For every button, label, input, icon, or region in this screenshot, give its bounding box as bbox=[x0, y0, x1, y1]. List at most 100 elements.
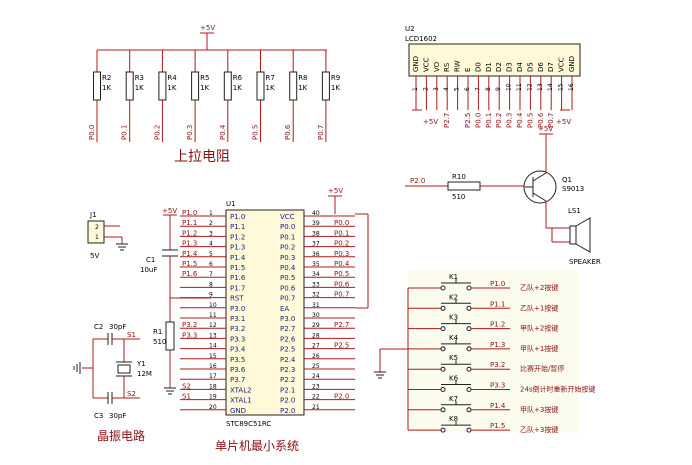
mcu-pin-net: P0.4 bbox=[334, 260, 350, 268]
mcu-pin-net: P0.3 bbox=[334, 250, 349, 258]
resistor-body bbox=[256, 71, 265, 101]
pullup-resistor-r2: R2 1K P0.0 bbox=[88, 50, 111, 142]
mcu-pin-number: 3 bbox=[209, 230, 213, 237]
mcu-pin-number: 17 bbox=[209, 373, 217, 380]
mcu-pin-number: 8 bbox=[209, 281, 213, 288]
key-description: 乙队+1按键 bbox=[520, 303, 558, 312]
mcu-pin-number: 28 bbox=[312, 332, 320, 339]
lcd-pin-number: 9 bbox=[495, 87, 502, 91]
crystal-circuit: C2 30pF C3 30pF S1 S2 Y1 12M 晶振电路 bbox=[73, 323, 152, 443]
c1-ref: C1 bbox=[146, 256, 155, 264]
lcd-ref: U2 bbox=[405, 25, 415, 33]
lcd-pin-net: P2.7 bbox=[443, 113, 451, 128]
lcd-pin-number: 7 bbox=[474, 87, 481, 91]
lcd-pin-10: D3 10 P0.3 bbox=[506, 62, 514, 128]
r10-ref: R10 bbox=[452, 173, 466, 181]
mcu-pin-number: 16 bbox=[209, 363, 217, 370]
mcu-pin-number: 10 bbox=[209, 302, 217, 309]
reset-circuit: +5V C1 10uF R1 510 bbox=[140, 207, 211, 395]
mcu-pin-name: P1.3 bbox=[230, 244, 245, 252]
resistor-body bbox=[289, 71, 298, 101]
mcu-pin-name: P1.4 bbox=[230, 254, 246, 262]
key-description: 乙队+3按键 bbox=[520, 425, 558, 434]
lcd-pin-number: 16 bbox=[568, 83, 575, 91]
pullup-net-label: P0.6 bbox=[284, 124, 292, 140]
resistor-body bbox=[191, 71, 200, 101]
mcu-pin-name: P2.2 bbox=[280, 376, 295, 384]
mcu-pin-number: 11 bbox=[209, 312, 217, 319]
key-ref: K5 bbox=[449, 354, 458, 362]
resistor-value: 1K bbox=[135, 84, 144, 92]
mcu-pin-net: P1.4 bbox=[182, 250, 198, 258]
resistor-body bbox=[125, 71, 134, 101]
schematic-window: +5V R2 1K P0.0 R3 1K P0.1 R4 1K P0.2 R5 1K P0.3 R6 1K… bbox=[0, 0, 692, 465]
r10-resistor bbox=[447, 181, 481, 191]
mcu-pin-name: P2.6 bbox=[280, 335, 296, 343]
mcu-pin-net: P0.2 bbox=[334, 240, 349, 248]
mcu-pin-number: 36 bbox=[312, 251, 320, 258]
key-description: 乙队+2按键 bbox=[520, 283, 558, 292]
key-ref: K2 bbox=[449, 293, 458, 301]
pullup-vcc-label: +5V bbox=[200, 24, 215, 32]
lcd-pin-12: D5 12 P0.5 bbox=[526, 62, 534, 128]
lcd-pin-net: P0.2 bbox=[495, 113, 503, 128]
key-ref: K8 bbox=[449, 415, 458, 423]
resistor-value: 1K bbox=[233, 84, 242, 92]
mcu-pin-name: XTAL1 bbox=[230, 397, 252, 405]
resistor-value: 1K bbox=[200, 84, 209, 92]
mcu-pin-number: 39 bbox=[312, 220, 320, 227]
lcd-pin-name: D3 bbox=[506, 62, 514, 72]
key-net: P1.1 bbox=[490, 300, 505, 308]
mcu-pin-name: P2.7 bbox=[280, 325, 295, 333]
lcd-pin-net: P0.0 bbox=[474, 113, 482, 128]
mcu-vcc-label: +5V bbox=[328, 187, 343, 195]
mcu-pin-number: 1 bbox=[209, 210, 213, 217]
key-ref: K4 bbox=[449, 334, 459, 342]
mcu-pin-number: 6 bbox=[209, 261, 213, 268]
y1-crystal bbox=[117, 364, 131, 374]
lcd-pin-name: VCC bbox=[422, 57, 430, 72]
mcu-pin-name: P2.4 bbox=[280, 356, 296, 364]
lcd-pin-5: RW 5 bbox=[454, 60, 462, 110]
mcu-pin-number: 7 bbox=[209, 271, 213, 278]
key-matrix: K1 P1.0 乙队+2按键 K2 P1.1 乙队+1按键 K3 P1.2 甲队+2按键 K4 P1… bbox=[374, 270, 596, 434]
mcu-pin-net: P1.5 bbox=[182, 260, 197, 268]
lcd-pin-number: 5 bbox=[454, 87, 461, 91]
pullup-net-label: P0.5 bbox=[252, 125, 260, 140]
lcd-pin-name: D1 bbox=[485, 62, 493, 72]
lcd-pin-4: RS 4 P2.7 bbox=[443, 62, 451, 128]
mcu-pin-name: P3.0 bbox=[280, 315, 295, 323]
resistor-body bbox=[223, 71, 232, 101]
lcd-pin-name: RW bbox=[454, 60, 462, 72]
pullup-resistor-r9: R9 1K P0.7 bbox=[317, 50, 340, 142]
key-description: 甲队+2按键 bbox=[520, 324, 558, 333]
mcu-ref: U1 bbox=[226, 200, 236, 208]
lcd-pin-number: 15 bbox=[558, 83, 565, 91]
mcu-pin-number: 20 bbox=[209, 404, 217, 411]
mcu-pin-number: 15 bbox=[209, 353, 217, 360]
lcd-pin-name: RS bbox=[443, 62, 451, 72]
pullup-resistor-r8: R8 1K P0.6 bbox=[284, 50, 308, 142]
lcd-vcc2-label: +5V bbox=[556, 118, 571, 126]
resistor-ref: R8 bbox=[298, 74, 307, 82]
crystal-s2: S2 bbox=[127, 390, 136, 398]
mcu-pin-number: 4 bbox=[209, 241, 213, 248]
mcu-pin-name: P0.6 bbox=[280, 284, 296, 292]
mcu-pin-number: 35 bbox=[312, 261, 320, 268]
r1-ref: R1 bbox=[153, 328, 162, 336]
speaker-label: SPEAKER bbox=[569, 258, 601, 266]
schematic-canvas: +5V R21KP0.0R31KP0.1R41KP0.2R51KP0.3R61K… bbox=[73, 24, 601, 453]
mcu-pin-name: P1.2 bbox=[230, 233, 245, 241]
lcd-pin-number: 8 bbox=[485, 87, 492, 91]
key-description: 24s倒计时重新开始按键 bbox=[520, 385, 596, 394]
mcu-pin-number: 18 bbox=[209, 383, 217, 390]
key-net: P1.2 bbox=[490, 321, 505, 329]
mcu-pin-name: P2.3 bbox=[280, 366, 295, 374]
resistor-value: 1K bbox=[102, 84, 111, 92]
lcd-pin-net: P0.3 bbox=[506, 113, 514, 128]
mcu-pin-name: XTAL2 bbox=[230, 386, 252, 394]
lcd-pin-13: D613P0.6 bbox=[537, 62, 545, 128]
lcd-pin-name: D4 bbox=[516, 62, 524, 72]
lcd-pin-8: D1 8 P0.1 bbox=[485, 62, 493, 128]
r1-resistor bbox=[165, 321, 175, 351]
